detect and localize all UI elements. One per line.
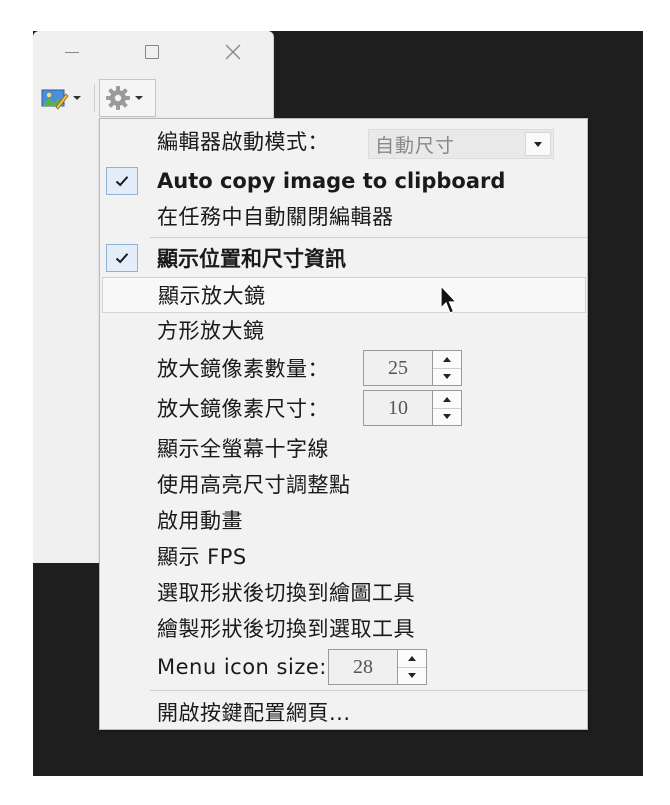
switch-to-draw-label: 選取形狀後切換到繪圖工具 <box>157 581 415 605</box>
auto-copy-label: Auto copy image to clipboard <box>157 169 506 193</box>
menu-icon-size-label: Menu icon size: <box>157 655 327 679</box>
chevron-down-icon <box>408 673 416 679</box>
magnifier-pixel-size-label: 放大鏡像素尺寸： <box>157 397 329 421</box>
toolbar-separator <box>94 84 95 112</box>
editor-mode-value: 自動尺寸 <box>375 134 456 157</box>
crosshair-label: 顯示全螢幕十字線 <box>157 437 329 461</box>
show-fps-label: 顯示 FPS <box>157 545 247 569</box>
menu-item-hotkeys-page[interactable]: 開啟按鍵配置網頁... <box>100 694 587 730</box>
resize-handles-label: 使用高亮尺寸調整點 <box>157 473 351 497</box>
settings-dropdown-menu: 編輯器啟動模式： 自動尺寸 Auto copy image to clipboa… <box>99 118 588 730</box>
hotkeys-page-label: 開啟按鍵配置網頁... <box>157 701 351 725</box>
checkmark-icon <box>115 253 129 264</box>
magnifier-pixel-count-down-button[interactable] <box>433 368 461 385</box>
maximize-button[interactable] <box>135 39 169 65</box>
menu-item-show-magnifier[interactable]: 顯示放大鏡 <box>102 277 586 313</box>
menu-item-menu-icon-size: Menu icon size: 28 <box>100 649 587 685</box>
menu-item-resize-handles[interactable]: 使用高亮尺寸調整點 <box>100 466 587 502</box>
image-tool-button[interactable] <box>41 79 91 117</box>
magnifier-pixel-count-label: 放大鏡像素數量： <box>157 357 329 381</box>
menu-icon-size-up-button[interactable] <box>398 650 426 668</box>
auto-copy-checkbox[interactable] <box>106 167 138 195</box>
minimize-button[interactable] <box>55 39 89 65</box>
magnifier-pixel-count-value[interactable]: 25 <box>364 351 433 385</box>
editor-mode-label: 編輯器啟動模式： <box>157 130 329 154</box>
show-info-label: 顯示位置和尺寸資訊 <box>157 247 346 271</box>
close-icon <box>225 44 241 60</box>
editor-mode-dropdown-button[interactable] <box>525 132 551 156</box>
menu-icon-size-value[interactable]: 28 <box>329 650 398 684</box>
minimize-icon <box>65 51 79 53</box>
menu-item-show-fps[interactable]: 顯示 FPS <box>100 538 587 574</box>
menu-separator <box>150 690 587 691</box>
show-info-checkbox[interactable] <box>106 244 138 272</box>
magnifier-pixel-count-up-button[interactable] <box>433 351 461 369</box>
chevron-down-icon <box>73 96 81 100</box>
chevron-up-icon <box>443 356 451 362</box>
close-button[interactable] <box>216 39 250 65</box>
image-pencil-icon <box>41 89 69 110</box>
gear-icon <box>106 86 130 110</box>
checkmark-icon <box>115 176 129 187</box>
menu-item-auto-copy[interactable]: Auto copy image to clipboard <box>100 163 587 199</box>
menu-item-magnifier-pixel-size: 放大鏡像素尺寸： 10 <box>100 390 587 426</box>
chevron-down-icon <box>534 141 542 147</box>
maximize-icon <box>145 45 159 59</box>
menu-item-crosshair[interactable]: 顯示全螢幕十字線 <box>100 430 587 466</box>
menu-item-square-magnifier[interactable]: 方形放大鏡 <box>100 312 587 348</box>
chevron-up-icon <box>408 655 416 661</box>
menu-separator <box>150 237 587 238</box>
magnifier-pixel-size-stepper[interactable]: 10 <box>363 390 462 426</box>
magnifier-pixel-size-up-button[interactable] <box>433 391 461 409</box>
chevron-down-icon <box>443 374 451 380</box>
mouse-cursor-icon <box>440 285 458 314</box>
magnifier-pixel-count-stepper[interactable]: 25 <box>363 350 462 386</box>
chevron-down-icon <box>135 96 143 100</box>
settings-button[interactable] <box>99 79 156 117</box>
menu-item-editor-mode: 編輯器啟動模式： 自動尺寸 <box>100 123 587 159</box>
chevron-down-icon <box>443 414 451 420</box>
editor-mode-select[interactable]: 自動尺寸 <box>368 129 554 159</box>
chevron-up-icon <box>443 396 451 402</box>
auto-close-label: 在任務中自動關閉編輯器 <box>157 205 394 229</box>
menu-item-animations[interactable]: 啟用動畫 <box>100 502 587 538</box>
switch-to-select-label: 繪製形狀後切換到選取工具 <box>157 617 415 641</box>
menu-item-show-info[interactable]: 顯示位置和尺寸資訊 <box>100 240 587 276</box>
show-magnifier-label: 顯示放大鏡 <box>158 284 266 308</box>
menu-icon-size-down-button[interactable] <box>398 667 426 684</box>
square-magnifier-label: 方形放大鏡 <box>157 319 265 343</box>
magnifier-pixel-size-value[interactable]: 10 <box>364 391 433 425</box>
menu-item-magnifier-pixel-count: 放大鏡像素數量： 25 <box>100 350 587 386</box>
animations-label: 啟用動畫 <box>157 509 243 533</box>
menu-item-auto-close-editor[interactable]: 在任務中自動關閉編輯器 <box>100 198 587 234</box>
menu-item-switch-to-draw[interactable]: 選取形狀後切換到繪圖工具 <box>100 574 587 610</box>
magnifier-pixel-size-down-button[interactable] <box>433 408 461 425</box>
menu-icon-size-stepper[interactable]: 28 <box>328 649 427 685</box>
menu-item-switch-to-select[interactable]: 繪製形狀後切換到選取工具 <box>100 610 587 646</box>
